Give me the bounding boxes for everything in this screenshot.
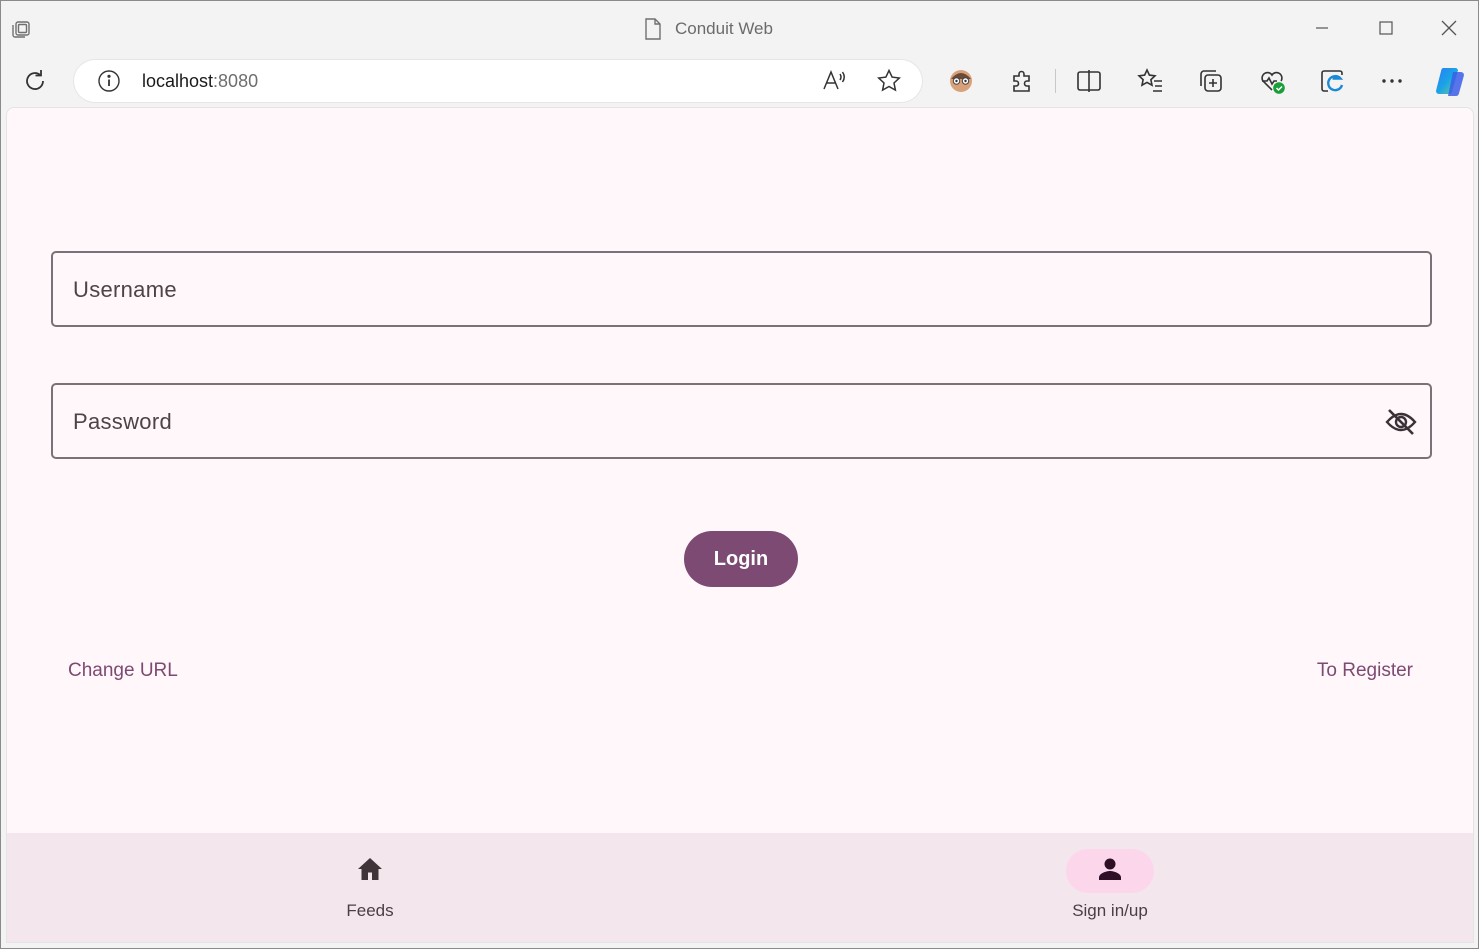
- to-register-link[interactable]: To Register: [1317, 660, 1413, 682]
- username-field[interactable]: Username: [51, 251, 1432, 327]
- url-host: localhost: [142, 71, 214, 91]
- collections-icon[interactable]: [1197, 67, 1225, 95]
- title-bar: Conduit Web: [1, 1, 1478, 56]
- browser-essentials-icon[interactable]: [1258, 67, 1286, 95]
- read-aloud-icon[interactable]: [821, 68, 847, 94]
- window-title-text: Conduit Web: [675, 19, 773, 38]
- extensions-puzzle-icon[interactable]: [1008, 67, 1036, 95]
- window-title: Conduit Web: [643, 16, 773, 42]
- page-viewport: Username Password Login Change URL To Re…: [6, 107, 1474, 943]
- person-icon: [1096, 855, 1124, 888]
- tab-actions-icon[interactable]: [9, 17, 33, 41]
- favorites-list-icon[interactable]: [1137, 67, 1165, 95]
- nav-label-feeds: Feeds: [346, 901, 394, 920]
- username-placeholder: Username: [73, 277, 177, 302]
- nav-label-sign-in: Sign in/up: [1072, 901, 1148, 920]
- copilot-icon[interactable]: [1433, 64, 1467, 98]
- bottom-navigation-bar: Feeds Sign in/up: [7, 833, 1473, 942]
- change-url-link[interactable]: Change URL: [68, 660, 178, 682]
- browser-toolbar: localhost:8080: [1, 56, 1478, 106]
- page-icon: [645, 18, 661, 40]
- minimize-button[interactable]: [1307, 13, 1337, 43]
- close-button[interactable]: [1434, 13, 1464, 43]
- refresh-icon[interactable]: [21, 67, 49, 95]
- password-placeholder: Password: [73, 409, 172, 434]
- home-icon: [356, 855, 384, 888]
- login-button[interactable]: Login: [684, 531, 798, 587]
- visibility-off-icon[interactable]: [1384, 405, 1418, 439]
- split-screen-icon[interactable]: [1075, 67, 1103, 95]
- extension-avatar-icon[interactable]: [947, 67, 975, 95]
- maximize-button[interactable]: [1371, 13, 1401, 43]
- toolbar-separator: [1055, 69, 1056, 93]
- site-info-icon[interactable]: [97, 69, 121, 93]
- nav-pill-feeds: [326, 849, 414, 893]
- browser-window: Conduit Web localhost:8080 Username Pass…: [0, 0, 1479, 949]
- nav-pill-sign-in: [1066, 849, 1154, 893]
- nav-item-sign-in[interactable]: Sign in/up: [1050, 849, 1170, 929]
- nav-item-feeds[interactable]: Feeds: [310, 849, 430, 929]
- edge-app-icon[interactable]: [1318, 67, 1346, 95]
- password-field[interactable]: Password: [51, 383, 1432, 459]
- address-bar[interactable]: localhost:8080: [74, 60, 922, 102]
- url-text[interactable]: localhost:8080: [142, 71, 258, 92]
- url-port: :8080: [213, 71, 259, 91]
- more-options-icon[interactable]: [1378, 67, 1406, 95]
- favorite-star-icon[interactable]: [876, 68, 902, 94]
